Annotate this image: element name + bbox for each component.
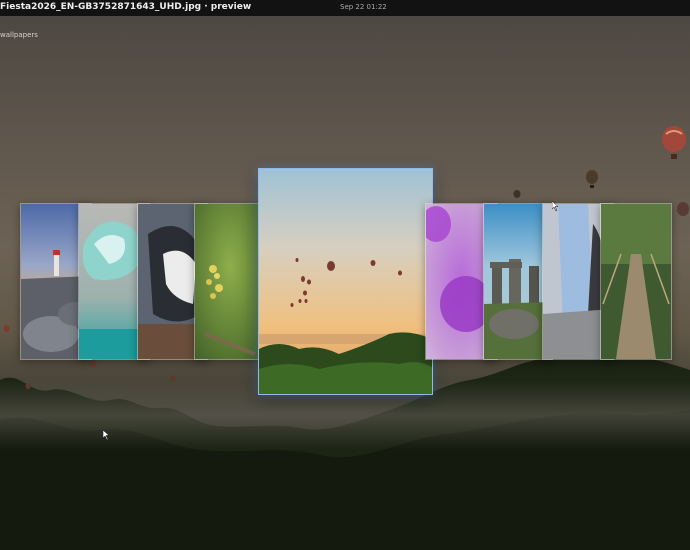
thumb-yellow-flower[interactable] — [194, 203, 266, 360]
mouse-pointer-icon — [552, 201, 559, 211]
thumb-rope-bridge[interactable] — [600, 203, 672, 360]
mouse-pointer-icon — [103, 430, 110, 440]
wallpaper-carousel — [0, 0, 690, 550]
thumb-balloon-fiesta[interactable] — [258, 168, 433, 395]
